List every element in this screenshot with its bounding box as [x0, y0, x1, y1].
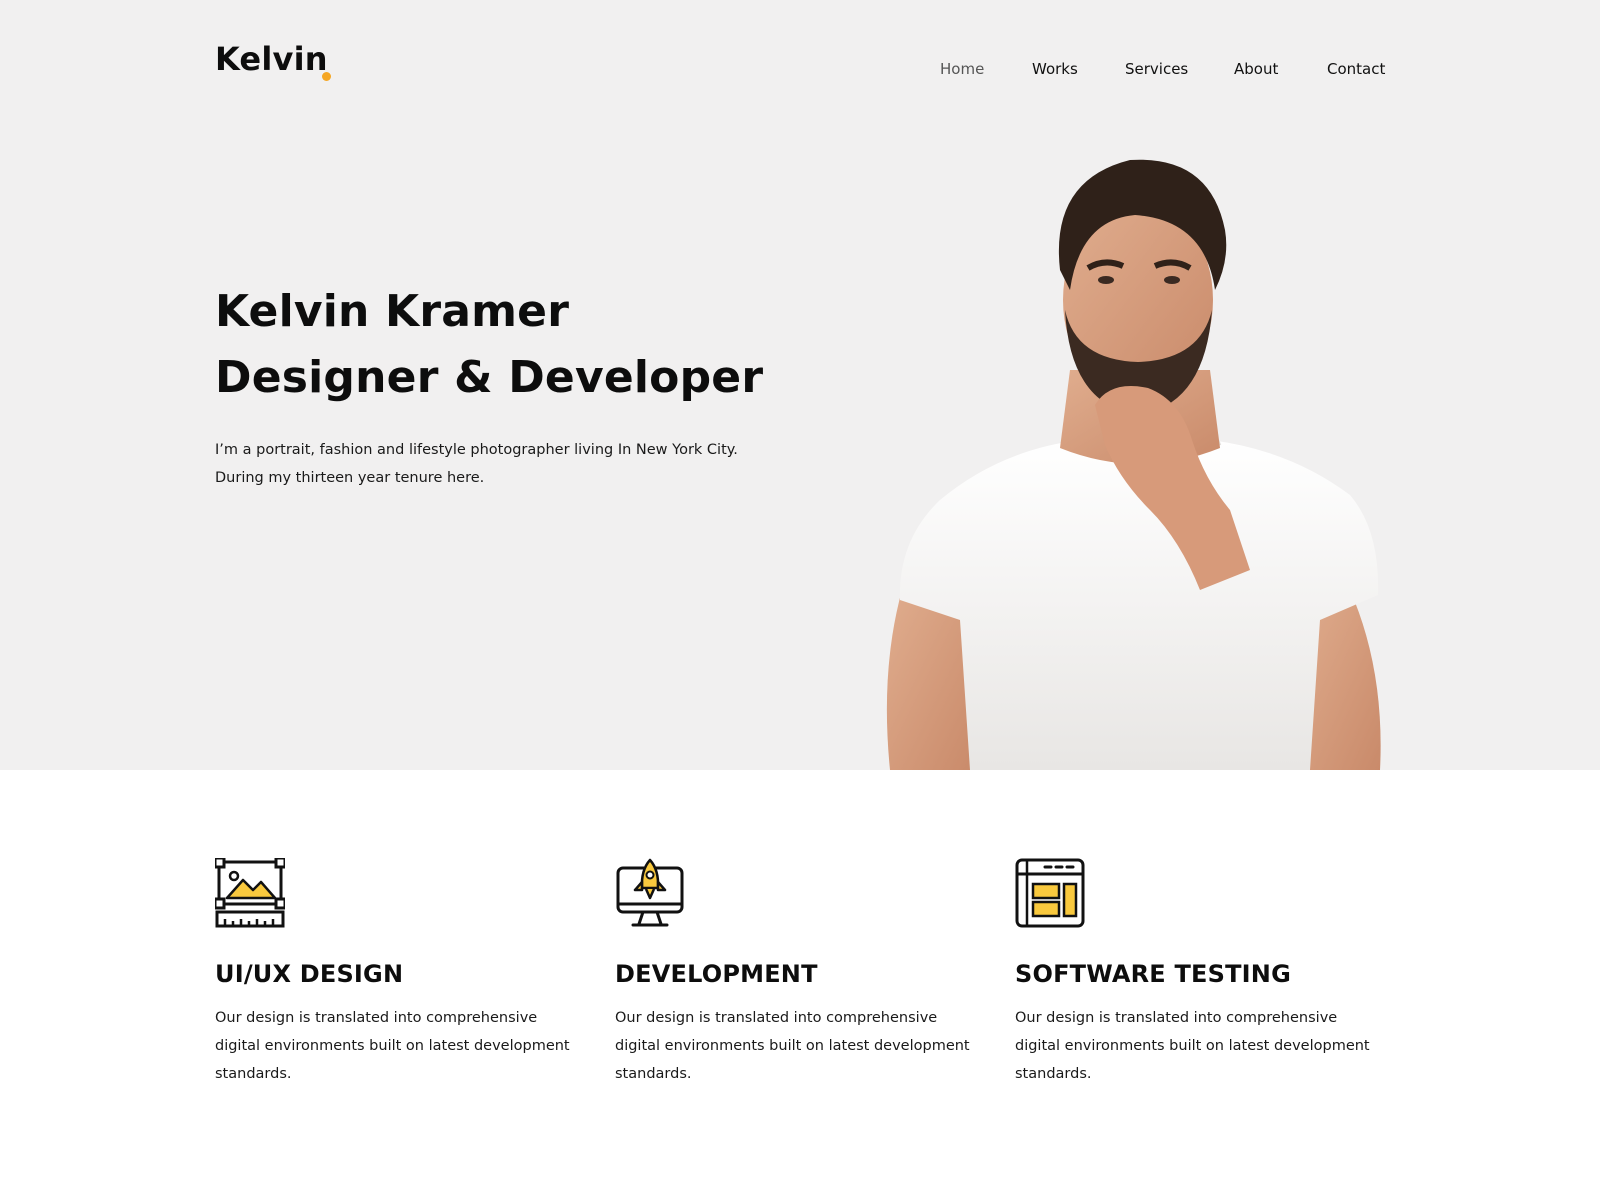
service-description: Our design is translated into comprehens…: [215, 1010, 570, 1082]
nav-contact[interactable]: Contact: [1327, 60, 1385, 78]
monitor-rocket-icon: [616, 858, 684, 927]
service-description: Our design is translated into comprehens…: [1015, 1010, 1370, 1082]
hero-headline-name: Kelvin Kramer: [215, 286, 570, 337]
service-card-uiux: UI/UX DESIGN Our design is translated in…: [215, 858, 585, 1088]
service-title: DEVELOPMENT: [615, 960, 818, 988]
hero-headline-role: Designer & Developer: [215, 352, 764, 403]
image-ruler-icon: [215, 858, 285, 928]
portrait-image: [886, 159, 1381, 770]
hero-description-line-2: During my thirteen year tenure here.: [215, 470, 485, 486]
hero-description: I’m a portrait, fashion and lifestyle ph…: [215, 436, 755, 492]
service-card-testing: SOFTWARE TESTING Our design is translate…: [1015, 858, 1385, 1088]
service-title: UI/UX DESIGN: [215, 960, 404, 988]
logo-dot: [322, 72, 331, 81]
nav-services[interactable]: Services: [1125, 60, 1188, 78]
nav-works[interactable]: Works: [1032, 60, 1078, 78]
nav-home[interactable]: Home: [940, 60, 984, 78]
brand-logo[interactable]: Kelvin: [215, 40, 328, 78]
hero-description-line-1: I’m a portrait, fashion and lifestyle ph…: [215, 442, 738, 458]
nav-about[interactable]: About: [1234, 60, 1278, 78]
service-description: Our design is translated into comprehens…: [615, 1010, 970, 1082]
browser-layout-icon: [1015, 858, 1085, 928]
hero-section: Kelvin Home Works Services About Contact…: [0, 0, 1600, 770]
service-card-development: DEVELOPMENT Our design is translated int…: [615, 858, 985, 1088]
service-title: SOFTWARE TESTING: [1015, 960, 1291, 988]
